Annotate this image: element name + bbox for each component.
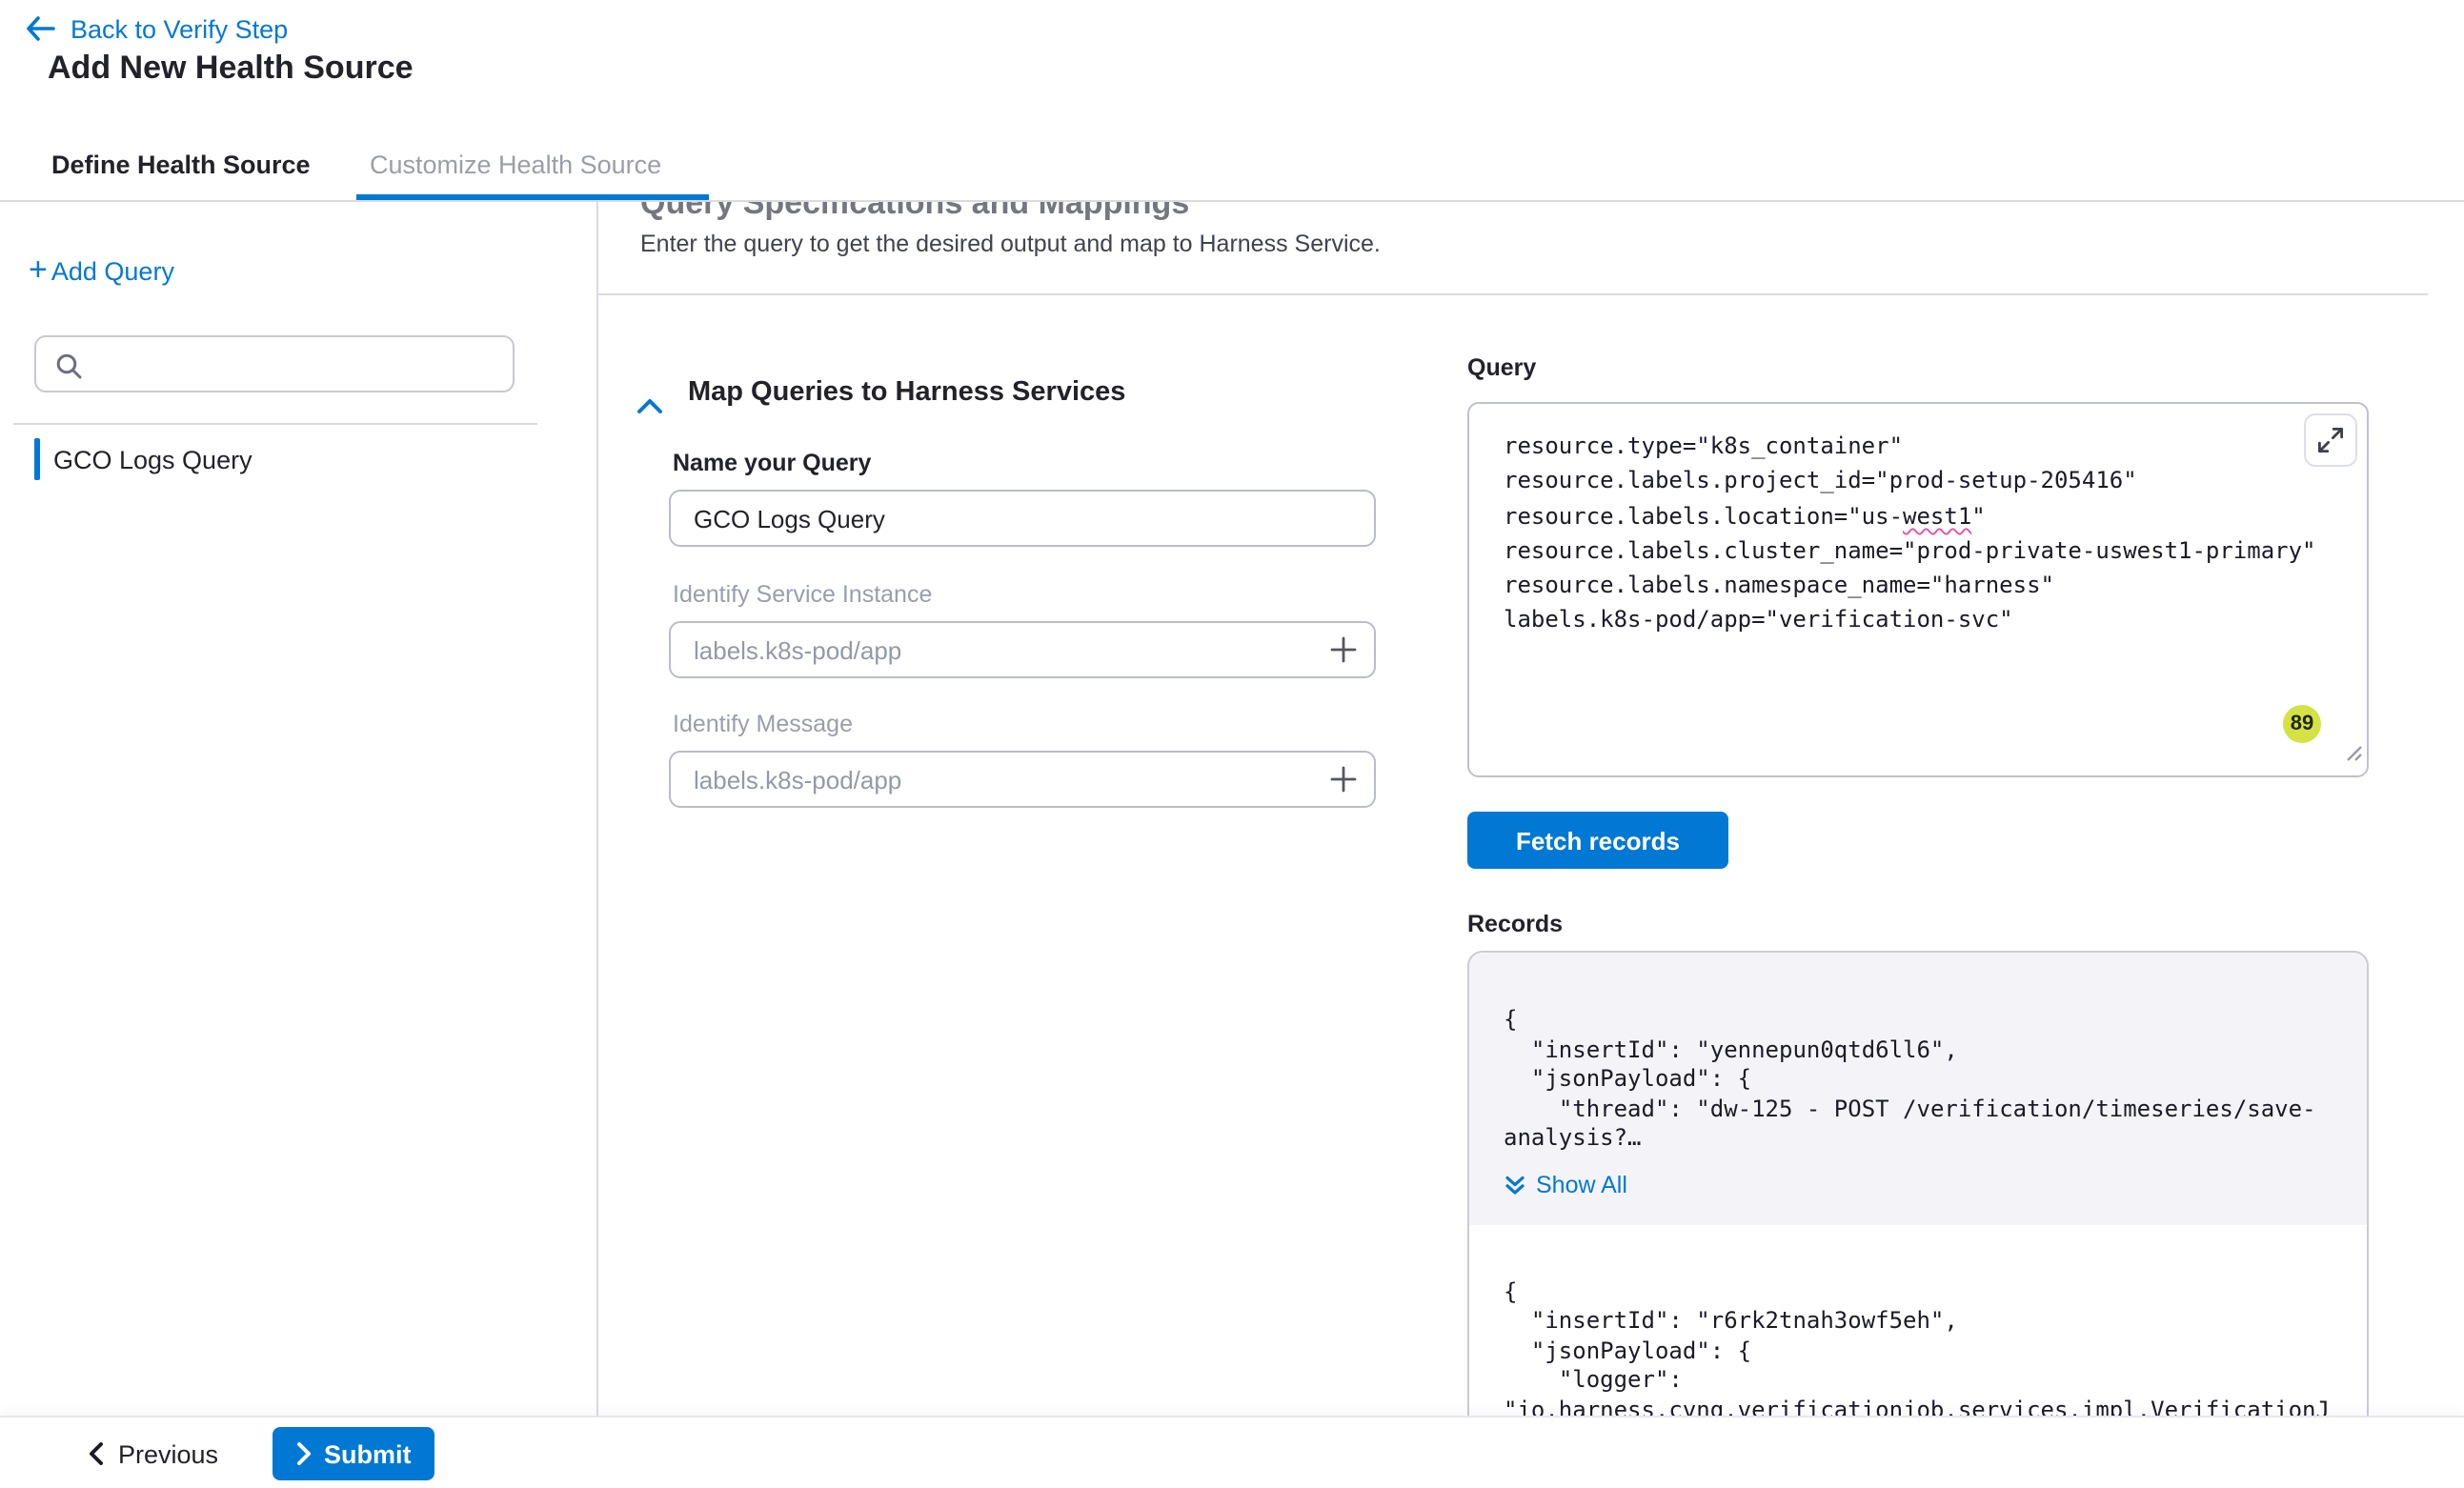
chevron-right-icon <box>295 1442 313 1465</box>
resize-handle[interactable] <box>2342 737 2363 772</box>
back-link-label: Back to Verify Step <box>71 14 288 43</box>
query-search <box>34 335 515 392</box>
footer: Previous Submit <box>0 1416 2464 1488</box>
previous-button[interactable]: Previous <box>88 1427 218 1480</box>
section-subtitle: Enter the query to get the desired outpu… <box>640 231 1381 257</box>
collapse-chevron-icon[interactable] <box>636 391 663 425</box>
selected-indicator <box>34 438 40 480</box>
sidebar-divider <box>13 423 537 425</box>
identify-message-field <box>669 751 1376 808</box>
add-query-label: Add Query <box>51 256 174 285</box>
chevron-left-icon <box>88 1442 105 1465</box>
content-region: + Add Query GCO Logs Query Query Specifi… <box>0 202 2464 1488</box>
section-title: Query Specifications and Mappings <box>640 202 1189 223</box>
expand-query-button[interactable] <box>2304 413 2357 467</box>
query-sidebar: + Add Query GCO Logs Query <box>0 202 598 1488</box>
identify-message-label: Identify Message <box>673 711 853 737</box>
back-arrow-icon <box>25 15 55 42</box>
record-item[interactable]: { "insertId": "yennepun0qtd6ll6", "jsonP… <box>1469 953 2367 1224</box>
search-icon <box>55 352 82 389</box>
identify-message-input[interactable] <box>669 751 1376 808</box>
page-title: Add New Health Source <box>48 50 414 88</box>
add-message-plus-icon[interactable] <box>1330 766 1357 802</box>
tab-bar: Define Health Source Customize Health So… <box>0 130 2464 202</box>
section-divider <box>598 293 2428 295</box>
back-link[interactable]: Back to Verify Step <box>25 11 288 46</box>
show-all-label: Show All <box>1536 1171 1627 1197</box>
service-instance-label: Identify Service Instance <box>673 581 932 608</box>
submit-label: Submit <box>324 1439 412 1468</box>
plus-icon: + <box>29 255 48 286</box>
record-json: { "insertId": "yennepun0qtd6ll6", "jsonP… <box>1504 1006 2333 1154</box>
active-tab-underline <box>356 194 709 200</box>
add-service-instance-plus-icon[interactable] <box>1330 636 1357 673</box>
service-instance-input[interactable] <box>669 621 1376 678</box>
query-name-input[interactable] <box>669 490 1376 547</box>
query-item-label: GCO Logs Query <box>53 445 252 473</box>
query-label: Query <box>1467 354 1536 381</box>
fetch-records-button[interactable]: Fetch records <box>1467 812 1728 869</box>
query-editor-text[interactable]: resource.type="k8s_container" resource.l… <box>1469 404 2367 663</box>
submit-button[interactable]: Submit <box>273 1427 434 1480</box>
name-your-query-label: Name your Query <box>673 450 871 476</box>
search-input[interactable] <box>93 339 501 389</box>
add-query-button[interactable]: + Add Query <box>29 255 174 286</box>
previous-label: Previous <box>118 1439 218 1468</box>
query-editor[interactable]: resource.type="k8s_container" resource.l… <box>1467 402 2369 777</box>
double-chevron-down-icon <box>1504 1173 1526 1196</box>
records-panel: { "insertId": "yennepun0qtd6ll6", "jsonP… <box>1467 951 2369 1488</box>
query-mappings-section: Query Specifications and Mappings Enter … <box>598 202 2464 1488</box>
show-all-button[interactable]: Show All <box>1504 1171 2333 1197</box>
map-queries-heading: Map Queries to Harness Services <box>688 377 1125 408</box>
tab-define-health-source[interactable]: Define Health Source <box>51 130 311 202</box>
header: Back to Verify Step Add New Health Sourc… <box>0 0 2464 202</box>
records-label: Records <box>1467 911 1563 937</box>
service-instance-field <box>669 621 1376 678</box>
add-health-source-page: Back to Verify Step Add New Health Sourc… <box>0 0 2464 1488</box>
char-count-badge: 89 <box>2283 705 2321 743</box>
expand-icon <box>2317 427 2344 453</box>
tab-customize-health-source[interactable]: Customize Health Source <box>370 130 661 202</box>
sidebar-item-gco-logs-query[interactable]: GCO Logs Query <box>34 436 252 482</box>
